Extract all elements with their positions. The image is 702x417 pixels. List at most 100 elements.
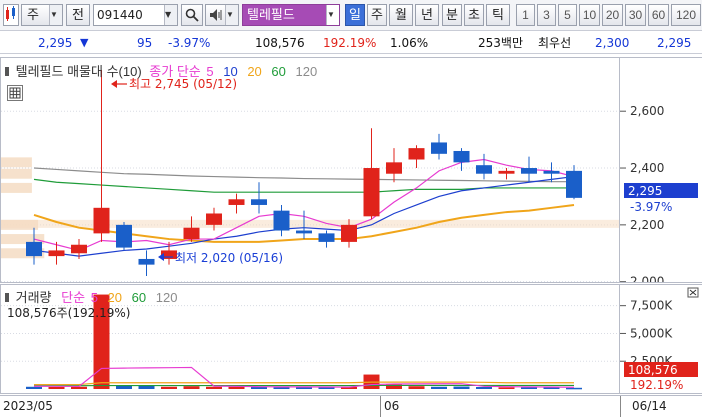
- volume-profile-bar: [1, 182, 32, 193]
- volume-bar[interactable]: [183, 386, 200, 389]
- stock-code-input[interactable]: 091440 ▼: [93, 4, 178, 26]
- volume-bar[interactable]: [161, 386, 177, 389]
- axis-divider: [620, 396, 621, 417]
- price-chart[interactable]: 최고 2,745 (05/12) 최저 2,020 (05/16): [1, 58, 619, 282]
- volume-chart-panel[interactable]: 거래량 단순 5 20 60 120 108,576주(192.19%): [0, 284, 620, 394]
- period-year[interactable]: 년: [415, 4, 439, 26]
- candle-body[interactable]: [431, 142, 447, 154]
- candle-body[interactable]: [453, 150, 470, 163]
- prev-button[interactable]: 전: [66, 4, 90, 26]
- current-volume-tag: 108,576: [628, 363, 678, 377]
- candle-body[interactable]: [183, 227, 200, 240]
- candle-body[interactable]: [408, 148, 425, 160]
- speaker-icon: [209, 9, 223, 25]
- period-week[interactable]: 주: [367, 4, 387, 26]
- current-volume-text: 108,576주(192.19%): [7, 306, 131, 320]
- candle-body[interactable]: [228, 199, 245, 205]
- stock-name-box[interactable]: 텔레필드 ▼: [242, 4, 340, 26]
- candle-body[interactable]: [476, 165, 492, 174]
- low-annotation: 최저 2,020 (05/16): [175, 251, 283, 265]
- price-change: 95: [137, 36, 153, 50]
- candle-body[interactable]: [363, 168, 380, 217]
- candle-body[interactable]: [116, 224, 132, 248]
- date-label-start: 2023/05: [3, 399, 53, 413]
- volume-bar[interactable]: [453, 386, 470, 389]
- minute-5[interactable]: 5: [558, 4, 577, 26]
- volume-bar[interactable]: [408, 386, 425, 389]
- candle-body[interactable]: [71, 244, 87, 254]
- minute-20[interactable]: 20: [602, 4, 623, 26]
- candle-body[interactable]: [251, 199, 267, 205]
- minute-10[interactable]: 10: [579, 4, 600, 26]
- period-month[interactable]: 월: [389, 4, 413, 26]
- price-tick-label: 2,000: [630, 275, 664, 282]
- minute-30[interactable]: 30: [625, 4, 646, 26]
- volume-bar[interactable]: [228, 386, 245, 389]
- price-chart-panel[interactable]: 최고 2,745 (05/12) 최저 2,020 (05/16) 텔레필드 매…: [0, 57, 620, 283]
- candle-body[interactable]: [543, 170, 560, 174]
- candle-body[interactable]: [386, 162, 402, 174]
- period-day[interactable]: 일: [345, 4, 365, 26]
- current-volume-pct: 192.19%: [630, 378, 683, 392]
- period-minute[interactable]: 분: [442, 4, 462, 26]
- candle-body[interactable]: [296, 230, 312, 234]
- candle-body[interactable]: [93, 207, 110, 234]
- volume-bar[interactable]: [26, 386, 42, 389]
- moving-averages: [33, 158, 575, 257]
- sound-toggle[interactable]: ▼: [205, 4, 239, 26]
- date-label-last: 06/14: [632, 399, 667, 413]
- chevron-down-icon[interactable]: ▼: [164, 5, 177, 25]
- volume-bar[interactable]: [566, 387, 582, 390]
- legend-ma120: 120: [295, 64, 318, 79]
- quote-bar: 2,295 ▼ 95 -3.97% 108,576 192.19% 1.06% …: [0, 32, 702, 54]
- candle-body[interactable]: [566, 170, 582, 198]
- chart-type-icon[interactable]: [3, 4, 19, 26]
- vol-ma5-line: [33, 366, 575, 388]
- legend-ma60: 60: [271, 64, 286, 79]
- volume-legend-ma20: 20: [107, 290, 123, 305]
- chevron-down-icon: ▼: [225, 5, 238, 25]
- volume-bar[interactable]: [71, 386, 87, 389]
- candle-body[interactable]: [206, 213, 222, 225]
- legend-ma-label: 종가 단순: [149, 64, 201, 79]
- candle-body[interactable]: [498, 170, 515, 174]
- price-legend: 텔레필드 매물대 수(10) 종가 단순 5 10 20 60 120: [5, 61, 317, 80]
- volume-bar[interactable]: [476, 387, 492, 389]
- volume-bar[interactable]: [521, 387, 537, 389]
- minute-3[interactable]: 3: [537, 4, 556, 26]
- candle-body[interactable]: [273, 210, 290, 231]
- minute-1[interactable]: 1: [516, 4, 535, 26]
- collapse-panel-icon[interactable]: [687, 287, 699, 298]
- candle-body[interactable]: [26, 241, 42, 257]
- candle-body[interactable]: [521, 168, 537, 174]
- minute-120[interactable]: 120: [671, 4, 701, 26]
- volume-legend-ma5: 5: [90, 290, 98, 305]
- current-price-pct: -3.97%: [630, 200, 672, 214]
- period-tick[interactable]: 틱: [486, 4, 510, 26]
- candle-body[interactable]: [138, 258, 155, 265]
- down-triangle-icon: ▼: [80, 36, 89, 49]
- volume-bar[interactable]: [48, 387, 65, 389]
- date-axis: 2023/05 06 06/14: [0, 395, 702, 417]
- volume-bar[interactable]: [498, 387, 515, 389]
- market-select[interactable]: 주 ▼: [21, 4, 63, 26]
- legend-ma5: 5: [206, 64, 214, 79]
- volume-tick-label: 7,500K: [630, 299, 673, 313]
- price-tick-label: 2,400: [630, 161, 664, 175]
- volume-bar[interactable]: [273, 387, 290, 389]
- volume-tick-label: 5,000K: [630, 326, 673, 340]
- volume-bar[interactable]: [431, 386, 447, 389]
- candle-body[interactable]: [341, 224, 357, 242]
- volume-bar[interactable]: [116, 385, 132, 389]
- search-icon[interactable]: [181, 4, 203, 26]
- current-price-tag: 2,295: [628, 184, 662, 198]
- period-second[interactable]: 초: [464, 4, 484, 26]
- grid-table-icon[interactable]: [7, 85, 23, 101]
- candle-body[interactable]: [318, 233, 335, 242]
- candle-body[interactable]: [48, 250, 65, 257]
- minute-60[interactable]: 60: [648, 4, 669, 26]
- volume-bar[interactable]: [206, 386, 222, 389]
- volume-legend-ma120: 120: [155, 290, 178, 305]
- price-tick-label: 2,200: [630, 218, 664, 232]
- volume-legend-ma60: 60: [131, 290, 147, 305]
